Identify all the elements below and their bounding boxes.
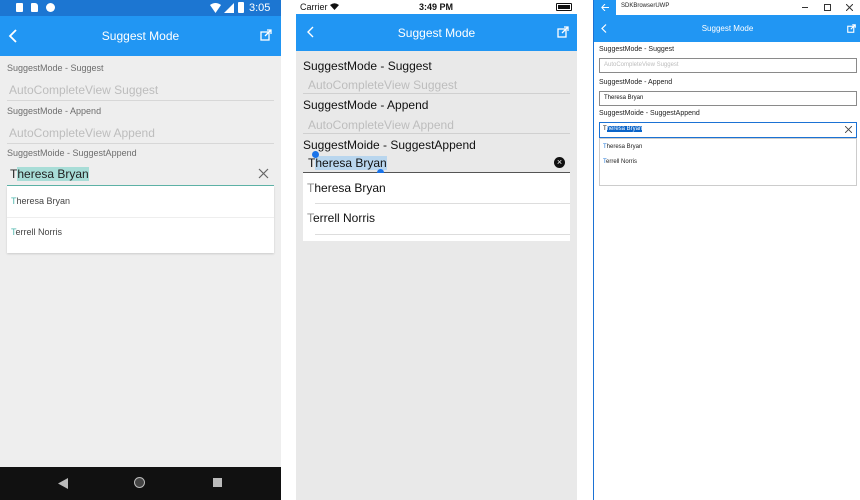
ios-panel: Carrier 3:49 PM Suggest Mode SuggestMode…	[296, 0, 577, 500]
sim-card-icon	[16, 3, 23, 12]
nav-back-icon[interactable]	[58, 478, 68, 489]
uwp-append-value: Theresa Bryan	[604, 95, 644, 101]
uwp-append-label: SuggestMode - Append	[599, 79, 673, 86]
android-append-label: SuggestMode - Append	[7, 106, 102, 116]
ios-nav-bar: Suggest Mode	[296, 14, 577, 51]
nav-home-icon[interactable]	[134, 477, 145, 488]
open-external-icon[interactable]	[847, 24, 856, 33]
android-suggest-placeholder: AutoCompleteView Suggest	[9, 83, 159, 97]
uwp-suggest-label: SuggestMode - Suggest	[599, 46, 675, 53]
android-completion-text: heresa Bryan	[17, 167, 89, 181]
battery-icon	[238, 2, 244, 13]
android-nav-bar	[0, 467, 281, 500]
uwp-completion-text: heresa Bryan	[606, 126, 643, 132]
uwp-suggest-placeholder: AutoCompleteView Suggest	[604, 62, 679, 68]
ios-status-time: 3:49 PM	[419, 2, 454, 12]
maximize-icon[interactable]	[824, 4, 831, 11]
ios-suggestappend-input[interactable]: Theresa Bryan ×	[303, 151, 570, 176]
uwp-panel: SDKBrowserUWP Suggest Mode SuggestMode -…	[593, 0, 860, 500]
clear-icon[interactable]	[845, 126, 852, 133]
ios-carrier: Carrier	[300, 2, 328, 12]
list-item[interactable]: Theresa Bryan	[303, 173, 570, 203]
uwp-suggest-input[interactable]: AutoCompleteView Suggest	[599, 58, 857, 73]
android-page-title: Suggest Mode	[101, 29, 180, 43]
list-item[interactable]: Theresa Bryan	[7, 186, 274, 218]
open-external-icon[interactable]	[557, 26, 569, 38]
minimize-icon[interactable]	[802, 7, 808, 8]
ios-suggest-input[interactable]: AutoCompleteView Suggest	[303, 76, 570, 94]
ios-suggestion-list: Theresa Bryan Terrell Norris	[303, 173, 570, 241]
uwp-append-input[interactable]: Theresa Bryan	[599, 91, 857, 106]
uwp-window-title: SDKBrowserUWP	[621, 3, 670, 9]
uwp-back-button[interactable]	[594, 0, 616, 15]
list-item[interactable]: Terrell Norris	[600, 157, 856, 171]
android-suggestappend-input[interactable]: Theresa Bryan	[7, 164, 274, 186]
selection-handle-start[interactable]	[312, 151, 319, 158]
ios-status-bar: Carrier 3:49 PM	[296, 0, 577, 14]
uwp-suggestion-list: Theresa Bryan Terrell Norris	[599, 138, 857, 186]
android-suggest-label: SuggestMode - Suggest	[7, 63, 104, 73]
wifi-icon	[210, 3, 221, 13]
uwp-page-title: Suggest Mode	[701, 24, 754, 33]
clear-icon[interactable]	[258, 168, 269, 179]
uwp-suggestappend-label: SuggestMoide - SuggestAppend	[599, 110, 700, 117]
wifi-icon	[330, 3, 339, 10]
uwp-title-bar: SDKBrowserUWP	[594, 0, 860, 15]
ios-suggest-placeholder: AutoCompleteView Suggest	[308, 78, 458, 92]
close-window-icon[interactable]	[846, 4, 853, 11]
android-status-time: 3:05	[249, 2, 271, 14]
uwp-app-bar: Suggest Mode	[594, 15, 860, 42]
ios-suggestappend-label: SuggestMoide - SuggestAppend	[303, 138, 476, 152]
ios-completion-text: heresa Bryan	[315, 156, 387, 170]
android-panel: 3:05 Suggest Mode SuggestMode - Suggest …	[0, 0, 281, 500]
android-suggest-input[interactable]: AutoCompleteView Suggest	[7, 80, 274, 101]
battery-icon	[556, 3, 572, 11]
clear-icon[interactable]: ×	[554, 157, 565, 168]
uwp-suggestappend-input[interactable]: Theresa Bryan	[599, 122, 857, 138]
sd-card-icon	[31, 3, 38, 12]
list-item[interactable]: Terrell Norris	[303, 204, 570, 234]
open-external-icon[interactable]	[260, 29, 272, 41]
back-arrow-icon	[601, 4, 609, 11]
ios-page-title: Suggest Mode	[397, 25, 476, 40]
list-item[interactable]: Terrell Norris	[7, 217, 274, 248]
nav-recents-icon[interactable]	[213, 478, 222, 487]
list-item[interactable]: Theresa Bryan	[600, 142, 856, 156]
ios-append-input[interactable]: AutoCompleteView Append	[303, 116, 570, 134]
android-app-bar: Suggest Mode	[0, 16, 281, 56]
ios-append-placeholder: AutoCompleteView Append	[308, 118, 454, 132]
android-append-placeholder: AutoCompleteView Append	[9, 126, 155, 140]
ios-append-label: SuggestMode - Append	[303, 98, 429, 112]
android-append-input[interactable]: AutoCompleteView Append	[7, 123, 274, 144]
circle-status-icon	[46, 3, 55, 12]
android-suggestion-list: Theresa Bryan Terrell Norris	[7, 186, 274, 253]
signal-icon	[224, 3, 234, 13]
android-status-bar: 3:05	[0, 0, 281, 16]
android-suggestappend-label: SuggestMoide - SuggestAppend	[7, 148, 137, 158]
ios-suggest-label: SuggestMode - Suggest	[303, 59, 432, 73]
